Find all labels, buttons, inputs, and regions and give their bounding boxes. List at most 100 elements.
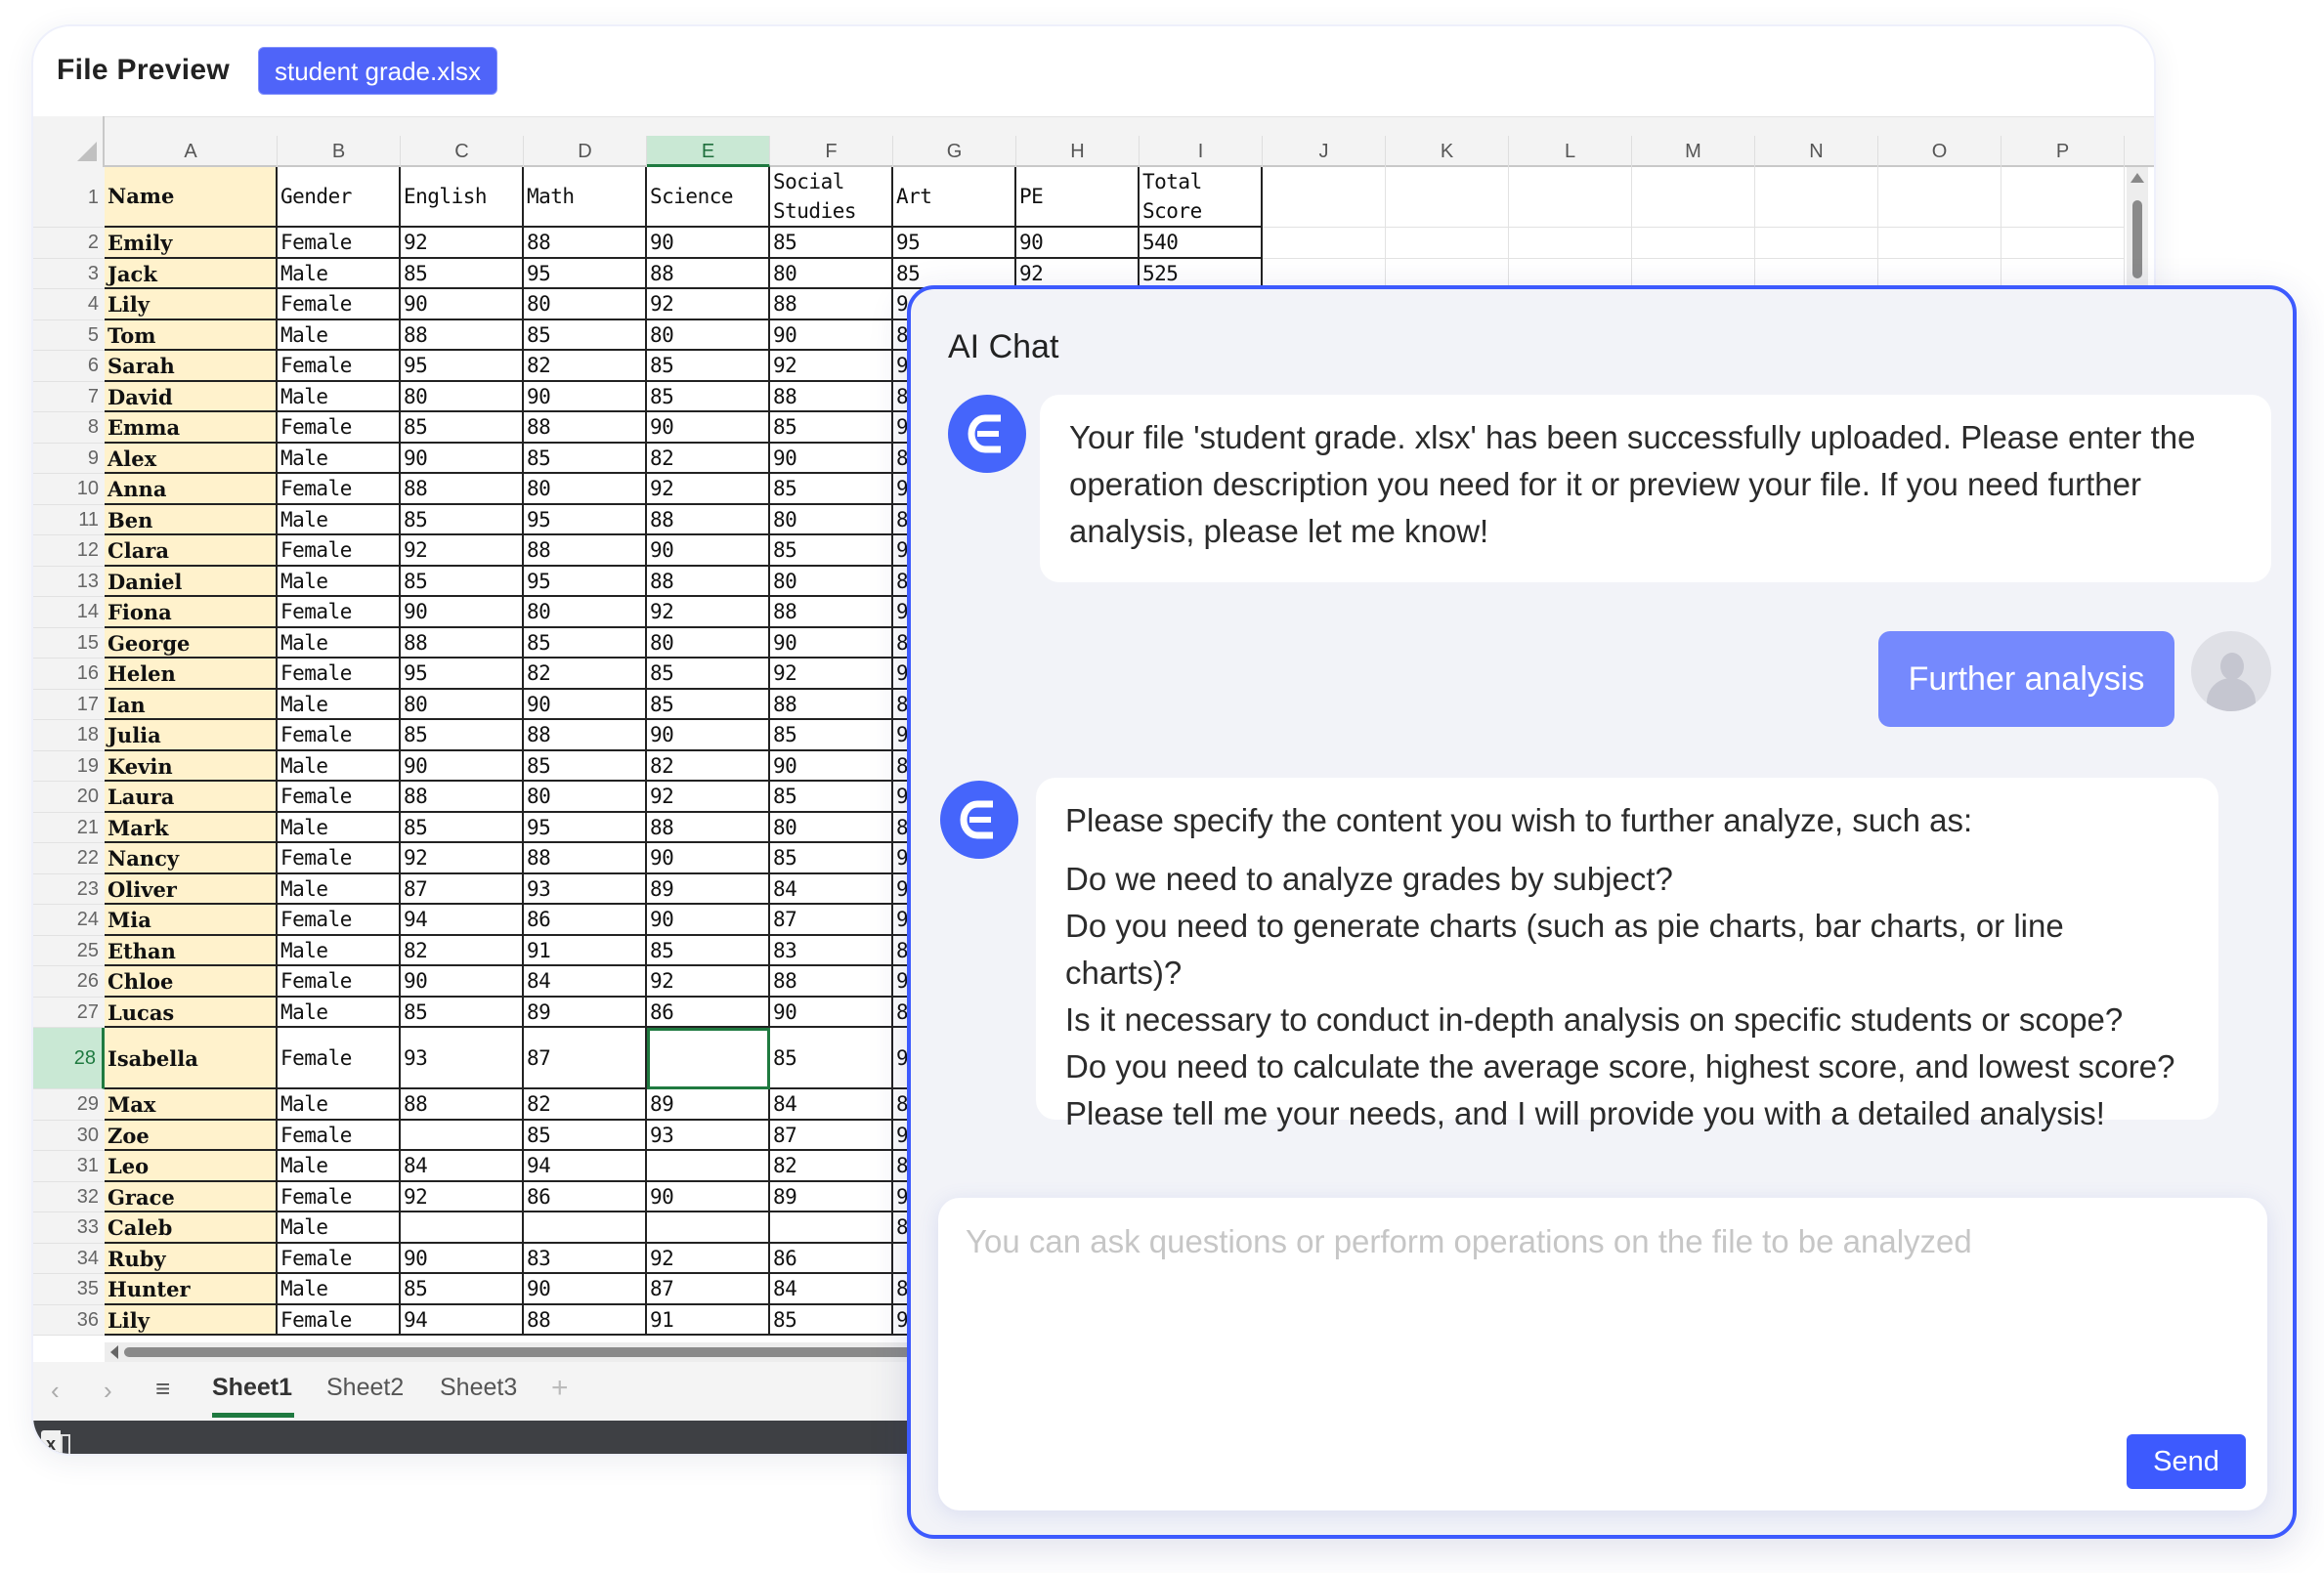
row-header-4[interactable]: 4: [33, 289, 105, 320]
table-cell[interactable]: 85: [647, 659, 770, 690]
table-cell[interactable]: 85: [401, 504, 524, 535]
table-cell[interactable]: Female: [278, 228, 401, 259]
header-cell[interactable]: English: [401, 167, 524, 228]
row-header-13[interactable]: 13: [33, 566, 105, 597]
table-cell[interactable]: 84: [401, 1151, 524, 1182]
table-cell[interactable]: 90: [524, 1274, 647, 1305]
row-header-1[interactable]: 1: [33, 167, 105, 228]
table-cell[interactable]: 85: [524, 750, 647, 782]
table-cell[interactable]: 85: [524, 1120, 647, 1151]
empty-cell[interactable]: [1755, 228, 1878, 259]
table-cell[interactable]: 90: [647, 1181, 770, 1212]
table-cell[interactable]: Male: [278, 258, 401, 289]
table-cell[interactable]: 87: [647, 1274, 770, 1305]
table-cell[interactable]: 88: [647, 566, 770, 597]
row-header-34[interactable]: 34: [33, 1243, 105, 1274]
row-header-23[interactable]: 23: [33, 873, 105, 905]
table-cell[interactable]: 93: [401, 1028, 524, 1089]
table-cell[interactable]: Male: [278, 689, 401, 720]
table-cell[interactable]: Male: [278, 443, 401, 474]
table-cell[interactable]: 90: [524, 381, 647, 412]
table-cell[interactable]: Male: [278, 997, 401, 1028]
empty-cell[interactable]: [1632, 228, 1755, 259]
table-cell[interactable]: 90: [401, 1243, 524, 1274]
table-cell[interactable]: Oliver: [105, 873, 278, 905]
table-cell[interactable]: [401, 1120, 524, 1151]
table-cell[interactable]: 90: [647, 843, 770, 874]
row-header-19[interactable]: 19: [33, 750, 105, 782]
table-cell[interactable]: 87: [770, 1120, 893, 1151]
table-cell[interactable]: 540: [1140, 228, 1263, 259]
table-cell[interactable]: Mark: [105, 812, 278, 843]
table-cell[interactable]: Female: [278, 289, 401, 320]
table-cell[interactable]: 85: [401, 566, 524, 597]
table-cell[interactable]: 85: [770, 474, 893, 505]
table-cell[interactable]: 80: [647, 319, 770, 351]
row-header-14[interactable]: 14: [33, 597, 105, 628]
table-cell[interactable]: Female: [278, 905, 401, 936]
row-header-11[interactable]: 11: [33, 504, 105, 535]
add-sheet-icon[interactable]: +: [551, 1372, 569, 1405]
table-cell[interactable]: 85: [401, 720, 524, 751]
header-cell[interactable]: Gender: [278, 167, 401, 228]
tab-next-icon[interactable]: ›: [104, 1376, 112, 1406]
table-cell[interactable]: Female: [278, 474, 401, 505]
table-cell[interactable]: Lucas: [105, 997, 278, 1028]
table-cell[interactable]: 80: [647, 627, 770, 659]
table-cell[interactable]: 80: [524, 474, 647, 505]
table-cell[interactable]: 92: [401, 535, 524, 567]
table-cell[interactable]: 88: [524, 535, 647, 567]
table-cell[interactable]: 92: [647, 1243, 770, 1274]
table-cell[interactable]: 84: [770, 1089, 893, 1121]
table-cell[interactable]: 82: [524, 1089, 647, 1121]
empty-cell[interactable]: [1878, 228, 2001, 259]
column-header-h[interactable]: H: [1016, 136, 1140, 167]
table-cell[interactable]: 80: [401, 689, 524, 720]
column-header-d[interactable]: D: [524, 136, 647, 167]
table-cell[interactable]: Julia: [105, 720, 278, 751]
table-cell[interactable]: 85: [524, 443, 647, 474]
table-cell[interactable]: 82: [770, 1151, 893, 1182]
table-cell[interactable]: 85: [770, 1028, 893, 1089]
table-cell[interactable]: 88: [770, 966, 893, 998]
table-cell[interactable]: Sarah: [105, 351, 278, 382]
empty-cell[interactable]: [1755, 167, 1878, 228]
table-cell[interactable]: Male: [278, 504, 401, 535]
table-cell[interactable]: [647, 1151, 770, 1182]
column-header-m[interactable]: M: [1632, 136, 1755, 167]
table-cell[interactable]: 92: [770, 351, 893, 382]
column-header-l[interactable]: L: [1509, 136, 1632, 167]
table-cell[interactable]: 84: [524, 966, 647, 998]
table-cell[interactable]: 90: [401, 289, 524, 320]
table-cell[interactable]: Nancy: [105, 843, 278, 874]
empty-cell[interactable]: [2001, 167, 2125, 228]
column-header-c[interactable]: C: [401, 136, 524, 167]
table-cell[interactable]: 86: [524, 905, 647, 936]
table-cell[interactable]: 87: [401, 873, 524, 905]
table-cell[interactable]: Ethan: [105, 935, 278, 966]
table-cell[interactable]: Caleb: [105, 1212, 278, 1244]
table-cell[interactable]: 85: [401, 1274, 524, 1305]
table-cell[interactable]: [647, 1028, 770, 1089]
table-cell[interactable]: Male: [278, 381, 401, 412]
table-cell[interactable]: Female: [278, 351, 401, 382]
table-cell[interactable]: 94: [524, 1151, 647, 1182]
table-cell[interactable]: 80: [770, 812, 893, 843]
table-cell[interactable]: 86: [647, 997, 770, 1028]
empty-cell[interactable]: [1509, 167, 1632, 228]
empty-cell[interactable]: [1263, 228, 1386, 259]
table-cell[interactable]: 80: [770, 258, 893, 289]
table-cell[interactable]: 85: [524, 319, 647, 351]
table-cell[interactable]: 92: [770, 659, 893, 690]
header-cell[interactable]: Total Score: [1140, 167, 1263, 228]
row-header-22[interactable]: 22: [33, 843, 105, 874]
table-cell[interactable]: 88: [401, 319, 524, 351]
table-cell[interactable]: 88: [401, 1089, 524, 1121]
table-cell[interactable]: 88: [401, 782, 524, 813]
table-cell[interactable]: Female: [278, 966, 401, 998]
table-cell[interactable]: 92: [401, 1181, 524, 1212]
table-cell[interactable]: 83: [524, 1243, 647, 1274]
row-header-6[interactable]: 6: [33, 351, 105, 382]
table-cell[interactable]: Emma: [105, 412, 278, 444]
column-header-a[interactable]: A: [105, 136, 278, 167]
